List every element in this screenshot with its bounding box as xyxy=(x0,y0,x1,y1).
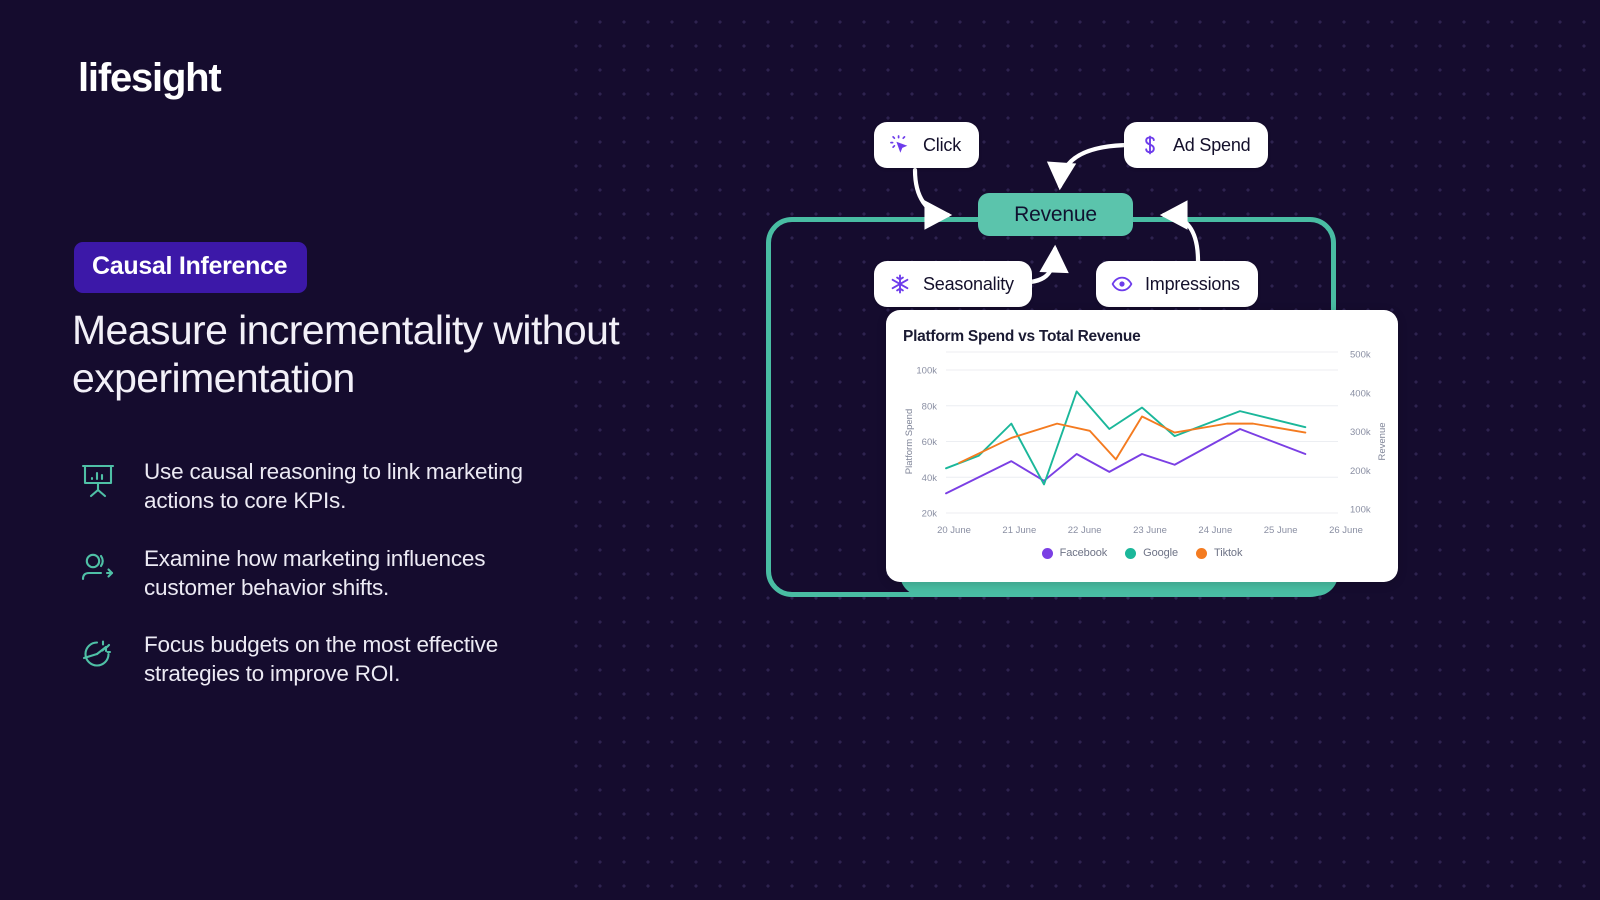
diagram-node-ad-spend[interactable]: Ad Spend xyxy=(1124,122,1269,168)
svg-text:100k: 100k xyxy=(1350,505,1371,516)
category-badge: Causal Inference xyxy=(74,242,308,293)
svg-text:100k: 100k xyxy=(916,366,937,377)
diagram-node-label: Click xyxy=(923,134,961,155)
legend-label: Google xyxy=(1143,547,1179,559)
svg-text:300k: 300k xyxy=(1350,427,1371,438)
svg-text:200k: 200k xyxy=(1350,466,1371,477)
svg-text:22 June: 22 June xyxy=(1068,525,1102,536)
diagram-node-seasonality[interactable]: Seasonality xyxy=(874,261,1032,307)
svg-text:80k: 80k xyxy=(922,401,938,412)
chart-card: Platform Spend vs Total Revenue 20k 40k 60… xyxy=(886,310,1398,582)
svg-text:23 June: 23 June xyxy=(1133,525,1167,536)
svg-text:Platform Spend: Platform Spend xyxy=(904,409,915,474)
chart-legend: Facebook Google Tiktok xyxy=(886,547,1398,559)
svg-text:Revenue: Revenue xyxy=(1377,422,1388,460)
diagram-node-label: Ad Spend xyxy=(1173,134,1251,155)
legend-swatch xyxy=(1041,547,1053,559)
list-item: Focus budgets on the most effective stra… xyxy=(72,628,632,689)
category-badge-label: Causal Inference xyxy=(92,252,288,280)
svg-text:40k: 40k xyxy=(922,473,938,484)
list-item: Use causal reasoning to link marketing a… xyxy=(72,455,632,516)
svg-text:26 June: 26 June xyxy=(1329,525,1363,536)
line-chart: 20k 40k 60k 80k 100k 100k 200k 300k 400k 500k 20 J… xyxy=(904,350,1388,537)
legend-item[interactable]: Tiktok xyxy=(1196,547,1242,559)
diagram-node-revenue[interactable]: Revenue xyxy=(978,193,1133,236)
cursor-click-icon xyxy=(888,133,912,157)
svg-text:25 June: 25 June xyxy=(1264,525,1298,536)
diagram-node-impressions[interactable]: Impressions xyxy=(1096,261,1258,307)
svg-text:60k: 60k xyxy=(922,437,938,448)
legend-swatch xyxy=(1125,547,1137,559)
list-item: Examine how marketing influences custome… xyxy=(72,542,632,603)
legend-item[interactable]: Google xyxy=(1125,547,1178,559)
legend-label: Facebook xyxy=(1059,547,1108,559)
list-item-label: Examine how marketing influences custome… xyxy=(144,545,486,600)
feature-list: Use causal reasoning to link marketing a… xyxy=(72,455,632,715)
diagram-node-label: Impressions xyxy=(1145,273,1240,294)
lifesight-logo: lifesight xyxy=(78,56,222,101)
dollar-sign-icon xyxy=(1138,133,1162,157)
svg-text:21 June: 21 June xyxy=(1002,525,1036,536)
legend-item[interactable]: Facebook xyxy=(1041,547,1108,559)
pie-chart-target-icon xyxy=(72,628,124,680)
list-item-label: Focus budgets on the most effective stra… xyxy=(144,632,499,687)
svg-text:24 June: 24 June xyxy=(1198,525,1232,536)
eye-icon xyxy=(1110,272,1134,296)
svg-text:400k: 400k xyxy=(1350,388,1371,399)
presentation-chart-icon xyxy=(72,455,124,507)
list-item-label: Use causal reasoning to link marketing a… xyxy=(144,459,523,514)
snowflake-icon xyxy=(888,272,912,296)
svg-text:20k: 20k xyxy=(922,509,938,520)
legend-label: Tiktok xyxy=(1214,547,1243,559)
svg-text:500k: 500k xyxy=(1350,350,1371,361)
diagram-node-label: Seasonality xyxy=(923,273,1014,294)
diagram-node-label: Revenue xyxy=(1014,202,1097,226)
diagram-node-click[interactable]: Click xyxy=(874,122,979,168)
logo-text: lifesight xyxy=(78,56,222,100)
legend-swatch xyxy=(1196,547,1208,559)
svg-text:20 June: 20 June xyxy=(937,525,971,536)
page-title: Measure incrementality without experimen… xyxy=(72,307,620,401)
customer-behavior-arrow-icon xyxy=(72,542,124,594)
